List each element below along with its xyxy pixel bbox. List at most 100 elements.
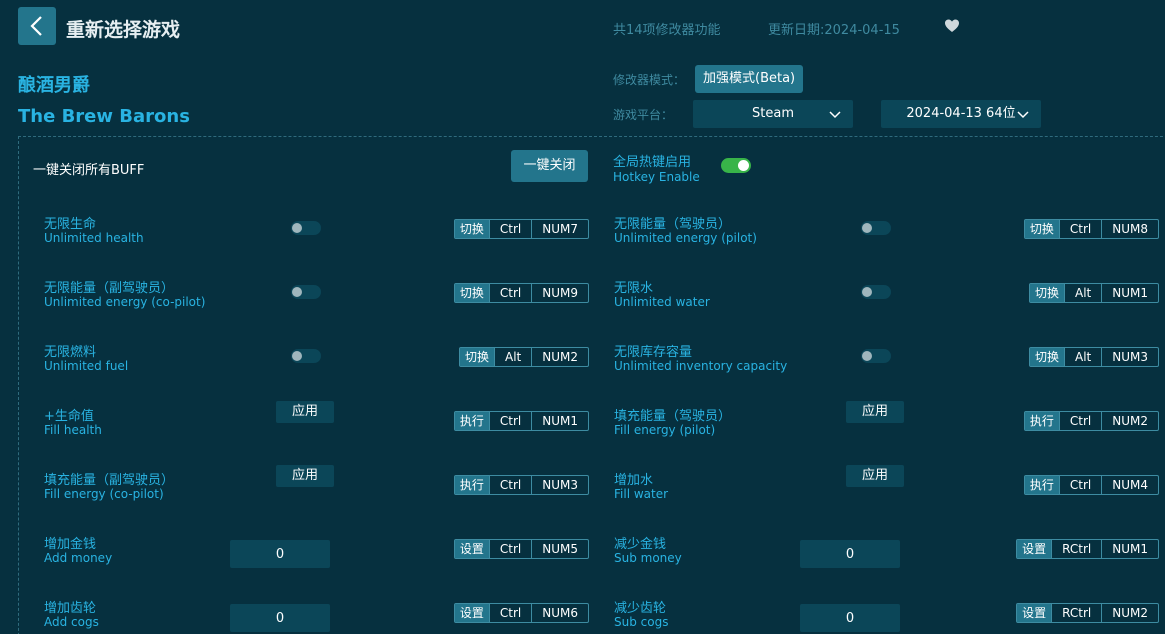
cheat-name-cn: 无限水 [614, 281, 654, 296]
back-button[interactable] [18, 7, 56, 45]
hotkey-key: NUM8 [1101, 220, 1158, 238]
cheat-name-en: Unlimited water [614, 295, 710, 309]
hotkey-key: Ctrl [488, 220, 531, 238]
cheat-name-en: Fill health [44, 423, 102, 437]
hotkey-group[interactable]: 设置 RCtrl NUM1 [1016, 539, 1159, 559]
cheat-panel [18, 136, 1165, 634]
cheat-name-cn: 减少齿轮 [614, 601, 667, 616]
cheat-name-en: Add cogs [44, 615, 99, 629]
hotkey-action-label: 切换 [1029, 284, 1064, 302]
cheat-toggle[interactable] [861, 221, 891, 235]
close-all-button[interactable]: 一键关闭 [511, 150, 588, 182]
heart-icon[interactable] [944, 18, 960, 34]
platform-select[interactable]: Steam [693, 100, 853, 128]
hotkey-group[interactable]: 执行 Ctrl NUM1 [453, 411, 589, 431]
page-title: 重新选择游戏 [66, 19, 181, 41]
hotkey-key: NUM5 [531, 540, 588, 558]
value-input[interactable] [800, 540, 900, 568]
cheat-name-cn: 填充能量（副驾驶员） [44, 473, 175, 488]
hotkey-group[interactable]: 切换 Alt NUM1 [1028, 283, 1159, 303]
cheat-name-cn: 无限能量（副驾驶员） [44, 281, 175, 296]
mode-label: 修改器模式： [613, 73, 686, 87]
hotkey-label-cn: 全局热键启用 [613, 155, 692, 170]
hotkey-key: NUM3 [1101, 348, 1158, 366]
hotkey-group[interactable]: 设置 RCtrl NUM2 [1016, 603, 1159, 623]
apply-button[interactable]: 应用 [846, 401, 904, 423]
hotkey-group[interactable]: 切换 Ctrl NUM7 [453, 219, 589, 239]
cheat-name-en: Unlimited health [44, 231, 144, 245]
close-all-buff-label: 一键关闭所有BUFF [33, 163, 145, 178]
hotkey-group[interactable]: 设置 Ctrl NUM6 [453, 603, 589, 623]
hotkey-group[interactable]: 切换 Ctrl NUM9 [453, 283, 589, 303]
cheat-name-en: Fill energy (pilot) [614, 423, 716, 437]
feature-count: 共14项修改器功能 [613, 23, 721, 38]
value-input[interactable] [230, 604, 330, 632]
cheat-name-en: Fill energy (co-pilot) [44, 487, 164, 501]
cheat-name-en: Fill water [614, 487, 669, 501]
cheat-name-en: Unlimited energy (pilot) [614, 231, 757, 245]
cheat-toggle[interactable] [291, 221, 321, 235]
hotkey-key: Ctrl [1058, 476, 1101, 494]
platform-label: 游戏平台： [613, 108, 674, 122]
apply-button[interactable]: 应用 [276, 401, 334, 423]
hotkey-key: NUM1 [531, 412, 588, 430]
cheat-toggle[interactable] [291, 285, 321, 299]
cheat-name-cn: 无限能量（驾驶员） [614, 217, 732, 232]
apply-button[interactable]: 应用 [846, 465, 904, 487]
hotkey-action-label: 设置 [1017, 604, 1052, 622]
hotkey-group[interactable]: 执行 Ctrl NUM3 [453, 475, 589, 495]
cheat-name-en: Unlimited fuel [44, 359, 129, 373]
hotkey-key: NUM2 [531, 348, 588, 366]
cheat-name-cn: 无限库存容量 [614, 345, 693, 360]
hotkey-key: Ctrl [488, 284, 531, 302]
game-name-cn: 酿酒男爵 [18, 75, 90, 96]
hotkey-group[interactable]: 切换 Alt NUM2 [458, 347, 589, 367]
hotkey-key: Alt [1064, 284, 1101, 302]
hotkey-key: Ctrl [488, 476, 531, 494]
hotkey-group[interactable]: 切换 Alt NUM3 [1028, 347, 1159, 367]
cheat-name-cn: 增加齿轮 [44, 601, 97, 616]
value-input[interactable] [230, 540, 330, 568]
hotkey-action-label: 执行 [454, 412, 489, 430]
hotkey-action-label: 切换 [1024, 220, 1059, 238]
hotkey-key: NUM2 [1101, 412, 1158, 430]
chevron-down-icon [829, 111, 841, 119]
cheat-toggle[interactable] [291, 349, 321, 363]
cheat-toggle[interactable] [861, 285, 891, 299]
game-name-en: The Brew Barons [18, 106, 190, 127]
cheat-name-cn: 增加水 [614, 473, 654, 488]
hotkey-action-label: 设置 [454, 540, 489, 558]
chevron-left-icon [30, 16, 42, 36]
hotkey-action-label: 执行 [1024, 412, 1059, 430]
cheat-name-en: Unlimited energy (co-pilot) [44, 295, 206, 309]
cheat-toggle[interactable] [861, 349, 891, 363]
cheat-name-cn: 减少金钱 [614, 537, 667, 552]
hotkey-action-label: 切换 [454, 220, 489, 238]
hotkey-key: NUM1 [1101, 540, 1158, 558]
cheat-name-en: Unlimited inventory capacity [614, 359, 788, 373]
hotkey-key: NUM7 [531, 220, 588, 238]
hotkey-enable-toggle[interactable] [721, 158, 751, 173]
hotkey-key: Alt [1064, 348, 1101, 366]
chevron-down-icon [1017, 111, 1029, 119]
version-select[interactable]: 2024-04-13 64位 [881, 100, 1041, 128]
hotkey-key: Ctrl [1058, 220, 1101, 238]
hotkey-key: RCtrl [1051, 604, 1101, 622]
cheat-name-en: Add money [44, 551, 113, 565]
hotkey-key: Ctrl [488, 540, 531, 558]
hotkey-group[interactable]: 执行 Ctrl NUM2 [1023, 411, 1159, 431]
hotkey-key: NUM3 [531, 476, 588, 494]
hotkey-action-label: 切换 [454, 284, 489, 302]
value-input[interactable] [800, 604, 900, 632]
hotkey-action-label: 切换 [459, 348, 494, 366]
mode-button[interactable]: 加强模式(Beta) [695, 65, 804, 93]
hotkey-key: NUM9 [531, 284, 588, 302]
hotkey-group[interactable]: 执行 Ctrl NUM4 [1023, 475, 1159, 495]
hotkey-key: Ctrl [488, 412, 531, 430]
hotkey-key: RCtrl [1051, 540, 1101, 558]
cheat-name-cn: 填充能量（驾驶员） [614, 409, 732, 424]
apply-button[interactable]: 应用 [276, 465, 334, 487]
hotkey-action-label: 设置 [454, 604, 489, 622]
hotkey-group[interactable]: 切换 Ctrl NUM8 [1023, 219, 1159, 239]
hotkey-group[interactable]: 设置 Ctrl NUM5 [453, 539, 589, 559]
